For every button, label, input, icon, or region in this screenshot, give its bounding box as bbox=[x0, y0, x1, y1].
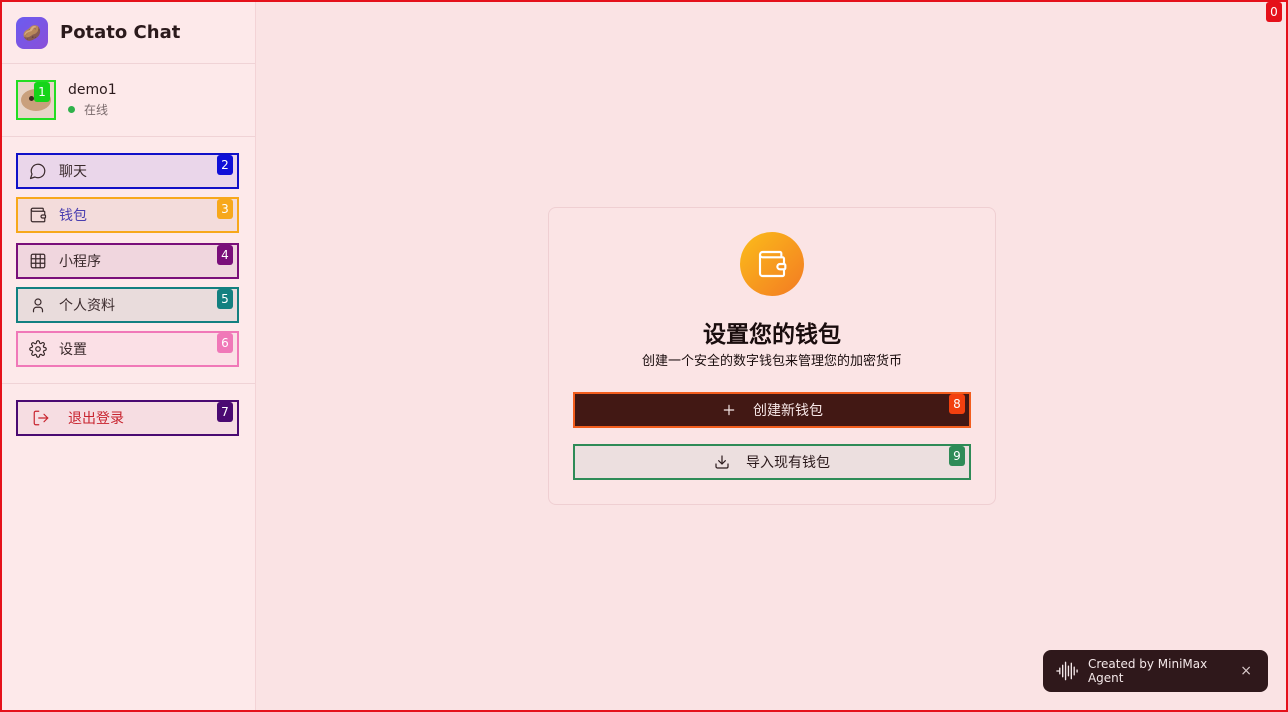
gear-icon bbox=[29, 340, 47, 358]
import-wallet-button[interactable]: 导入现有钱包 bbox=[573, 444, 971, 480]
marker-3: 3 bbox=[217, 199, 233, 219]
logout-label: 退出登录 bbox=[68, 411, 124, 427]
create-wallet-label: 创建新钱包 bbox=[753, 403, 823, 419]
logout-icon bbox=[33, 410, 49, 426]
marker-8: 8 bbox=[949, 394, 965, 414]
sidebar-item-mini-programs[interactable]: 小程序 bbox=[16, 243, 239, 279]
grid-icon bbox=[30, 253, 46, 269]
agent-toast: Created by MiniMax Agent × bbox=[1043, 650, 1268, 692]
user-info: demo1 在线 bbox=[68, 82, 117, 118]
page-subtitle: 创建一个安全的数字钱包来管理您的加密货币 bbox=[641, 354, 902, 369]
user-icon bbox=[32, 298, 44, 313]
user-status: 在线 bbox=[68, 101, 117, 118]
sidebar-item-label: 设置 bbox=[59, 342, 87, 358]
sidebar-item-label: 聊天 bbox=[59, 164, 87, 180]
marker-6: 6 bbox=[217, 333, 233, 353]
page-title: 设置您的钱包 bbox=[703, 322, 841, 348]
logout-button[interactable]: 退出登录 bbox=[16, 400, 239, 436]
marker-7: 7 bbox=[217, 402, 233, 422]
wallet-setup-card: 设置您的钱包 创建一个安全的数字钱包来管理您的加密货币 创建新钱包 导入现有钱包 bbox=[548, 207, 996, 505]
plus-icon bbox=[723, 404, 735, 416]
sidebar-item-settings[interactable]: 设置 bbox=[16, 331, 239, 367]
online-status-dot bbox=[68, 106, 75, 113]
sidebar: 🥔 Potato Chat demo1 在线 聊天 钱包 小程序 个人资料 设置 bbox=[2, 2, 256, 710]
wallet-icon bbox=[30, 207, 47, 223]
app-name: Potato Chat bbox=[60, 22, 181, 43]
download-icon bbox=[715, 455, 729, 469]
marker-2: 2 bbox=[217, 155, 233, 175]
sidebar-item-label: 钱包 bbox=[59, 208, 87, 224]
marker-5: 5 bbox=[217, 289, 233, 309]
user-name: demo1 bbox=[68, 82, 117, 98]
marker-1: 1 bbox=[34, 82, 50, 102]
sidebar-item-label: 个人资料 bbox=[59, 298, 115, 314]
sidebar-item-profile[interactable]: 个人资料 bbox=[16, 287, 239, 323]
marker-9: 9 bbox=[949, 446, 965, 466]
close-icon[interactable]: × bbox=[1240, 663, 1252, 679]
toast-text: Created by MiniMax Agent bbox=[1087, 657, 1208, 685]
sidebar-item-chat[interactable]: 聊天 bbox=[16, 153, 239, 189]
user-status-text: 在线 bbox=[84, 103, 109, 117]
waveform-icon bbox=[1056, 661, 1078, 681]
sidebar-item-label: 小程序 bbox=[59, 254, 101, 270]
brand-header: 🥔 Potato Chat bbox=[2, 2, 255, 64]
import-wallet-label: 导入现有钱包 bbox=[746, 455, 830, 471]
create-wallet-button[interactable]: 创建新钱包 bbox=[573, 392, 971, 428]
marker-4: 4 bbox=[217, 245, 233, 265]
chat-icon bbox=[29, 163, 46, 180]
wallet-icon bbox=[758, 250, 787, 278]
sidebar-item-wallet[interactable]: 钱包 bbox=[16, 197, 239, 233]
app-logo-icon: 🥔 bbox=[16, 16, 48, 49]
marker-0: 0 bbox=[1266, 2, 1282, 22]
wallet-badge bbox=[740, 232, 804, 296]
